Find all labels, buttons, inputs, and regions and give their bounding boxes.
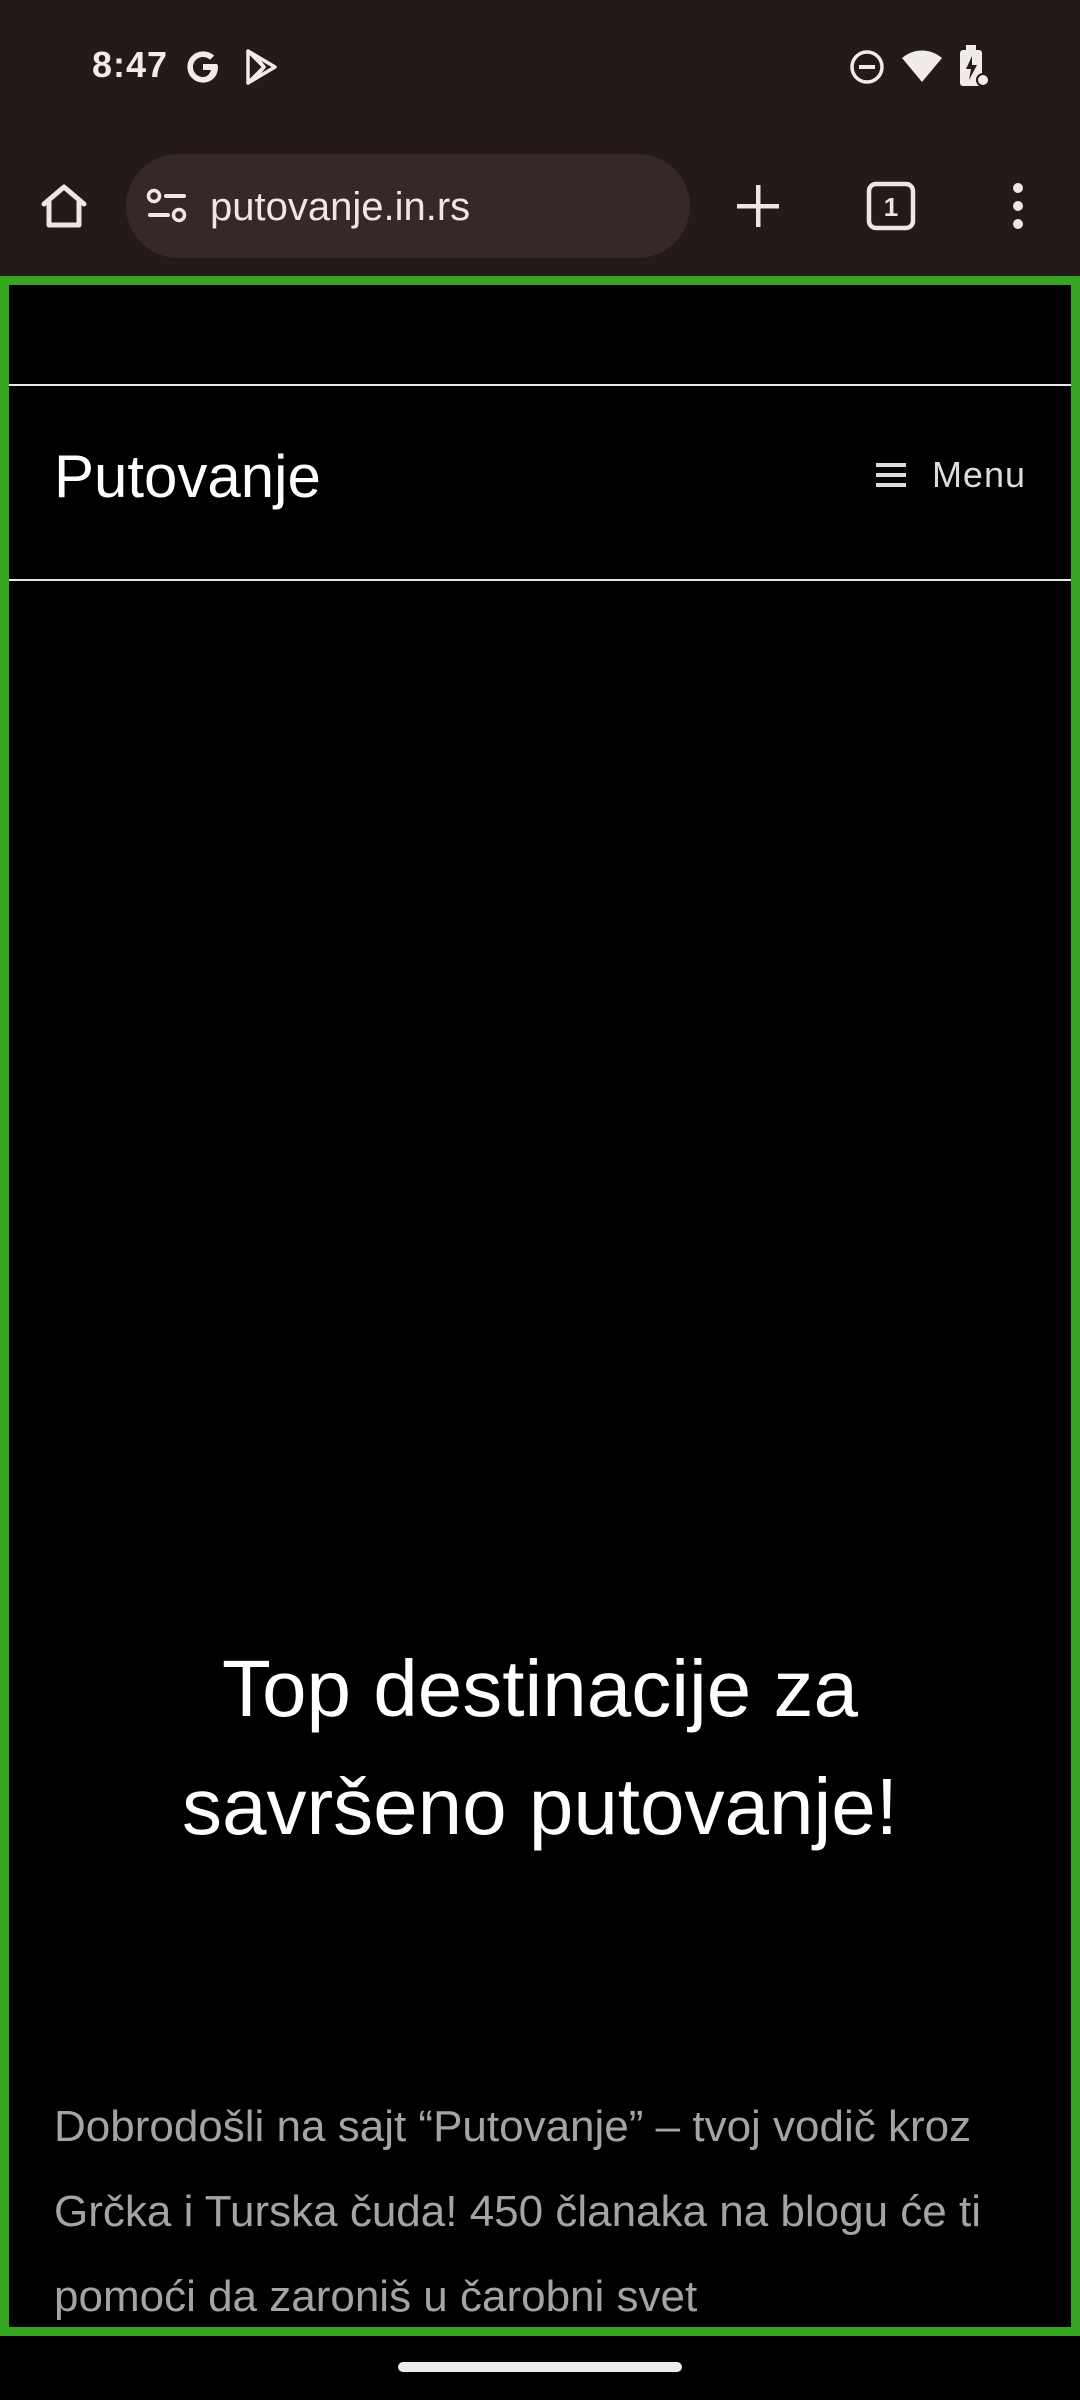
home-button[interactable] — [28, 170, 100, 242]
wifi-icon — [902, 50, 942, 82]
tab-switcher-icon: 1 — [866, 181, 916, 231]
new-tab-plus-icon — [737, 185, 779, 227]
new-tab-button[interactable] — [722, 170, 794, 242]
menu-label: Menu — [931, 454, 1026, 495]
more-vert-icon — [1013, 183, 1023, 229]
battery-charging-icon — [960, 45, 990, 87]
url-text[interactable]: putovanje.in.rs — [210, 185, 470, 230]
status-time: 8:47 — [92, 44, 169, 85]
address-bar[interactable]: putovanje.in.rs — [126, 154, 690, 258]
google-g-icon — [187, 51, 218, 83]
home-icon — [41, 184, 87, 228]
page-focus-outline — [0, 276, 1080, 2336]
hero-heading: Top destinacije za savršeno putovanje! — [181, 1644, 898, 1851]
web-page: Putovanje Menu Top destinacije za savrše… — [0, 276, 1080, 2336]
header-bottom-divider — [0, 579, 1080, 581]
tab-count: 1 — [884, 192, 898, 222]
intro-paragraph: Dobrodošli na sajt “Putovanje” – tvoj vo… — [54, 2102, 981, 2321]
status-bar: 8:47 — [0, 0, 1080, 134]
site-title-link[interactable]: Putovanje — [54, 442, 321, 511]
more-options-button[interactable] — [982, 170, 1054, 242]
do-not-disturb-icon — [850, 50, 884, 84]
hamburger-icon — [875, 463, 906, 487]
menu-button[interactable]: Menu — [874, 454, 1026, 496]
site-settings-icon[interactable] — [146, 186, 188, 226]
header-top-divider — [0, 384, 1080, 386]
gesture-home-handle[interactable] — [398, 2362, 682, 2372]
browser-toolbar: putovanje.in.rs 1 — [0, 134, 1080, 276]
system-navigation-bar — [0, 2336, 1080, 2400]
play-store-icon — [246, 49, 277, 85]
tab-switcher-button[interactable]: 1 — [855, 170, 927, 242]
